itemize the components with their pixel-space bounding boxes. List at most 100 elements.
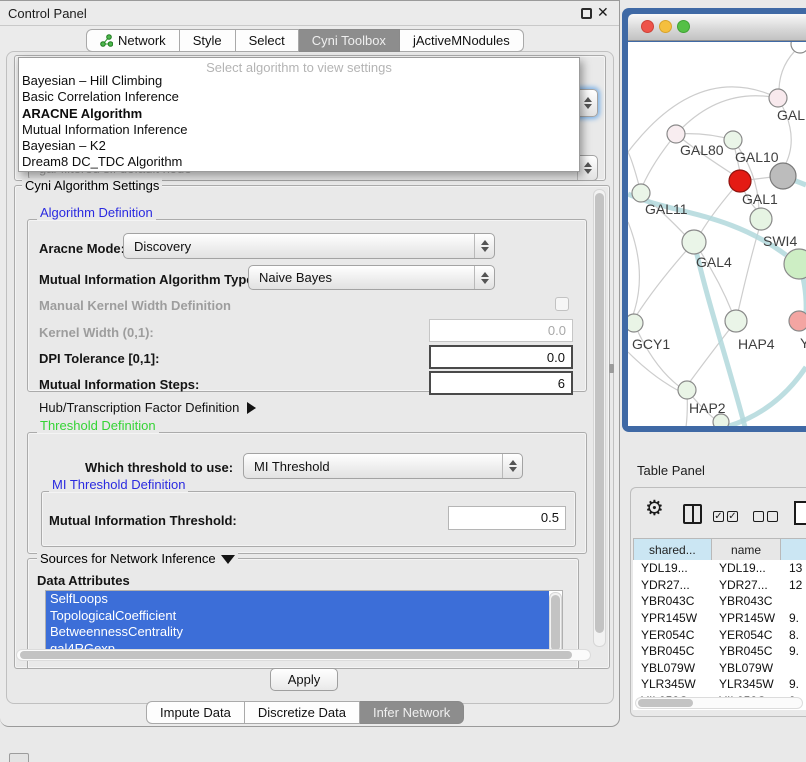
algorithm-option-bayesian-hill-climbing[interactable]: Bayesian – Hill Climbing (19, 73, 579, 89)
table-row[interactable]: YBR045CYBR045C9. (633, 643, 806, 660)
table-row[interactable]: YDR27...YDR27...12 (633, 577, 806, 594)
expand-right-icon (247, 402, 256, 414)
node-label-gal11: GAL11 (645, 201, 688, 217)
attribute-item-betweennesscentrality[interactable]: BetweennessCentrality (46, 624, 549, 641)
settings-vertical-scrollbar[interactable] (593, 189, 606, 647)
threshold-definition-legend: Threshold Definition (37, 418, 159, 433)
node-label-gal10: GAL10 (735, 149, 779, 165)
hub-definition-toggle[interactable]: Hub/Transcription Factor Definition (39, 400, 256, 415)
node-label-hap4: HAP4 (738, 336, 775, 352)
table-row[interactable]: YBR043CYBR043C (633, 593, 806, 610)
traffic-minimize-icon[interactable] (659, 20, 672, 33)
table-row[interactable]: YBL079WYBL079W (633, 660, 806, 677)
node-label-y: Y (800, 335, 806, 351)
float-window-icon[interactable] (581, 8, 592, 19)
close-icon[interactable]: ✕ (597, 4, 609, 21)
network-node[interactable] (632, 184, 650, 202)
tab-select[interactable]: Select (236, 29, 299, 52)
table-row[interactable]: YER054CYER054C8. (633, 626, 806, 643)
combo-spinner-icon (474, 266, 494, 289)
table-horizontal-scrollbar[interactable] (635, 697, 803, 709)
tab-cyni-toolbox[interactable]: Cyni Toolbox (299, 29, 400, 52)
control-panel-titlebar[interactable]: Control Panel ✕ (0, 1, 619, 26)
network-view-window: GALGAL80GAL10GAL1GAL11SWI4GAL4GCY1HAP4YH… (622, 8, 806, 432)
network-edge[interactable] (681, 96, 778, 129)
mi-threshold-field[interactable]: 0.5 (448, 506, 566, 530)
network-edge[interactable] (628, 222, 639, 315)
algorithm-option-mutual-information-inference[interactable]: Mutual Information Inference (19, 122, 579, 138)
network-edge[interactable] (779, 47, 799, 89)
column-header-extra[interactable] (781, 539, 806, 561)
algorithm-option-basic-correlation-inference[interactable]: Basic Correlation Inference (19, 89, 579, 105)
network-canvas[interactable]: GALGAL80GAL10GAL1GAL11SWI4GAL4GCY1HAP4YH… (628, 42, 806, 426)
network-node[interactable] (725, 310, 747, 332)
settings-horizontal-scrollbar[interactable] (16, 649, 591, 661)
algorithm-dropdown-popup: Select algorithm to view settings Bayesi… (18, 57, 580, 172)
screenshot-root: Control Panel ✕ gal-filtered sif default… (0, 0, 806, 762)
network-window-titlebar[interactable] (628, 14, 806, 41)
combo-spinner-icon (577, 90, 597, 116)
attribute-item-topologicalcoefficient[interactable]: TopologicalCoefficient (46, 608, 549, 625)
settings-gear-icon[interactable]: ⚙ (645, 496, 664, 521)
kernel-width-field[interactable]: 0.0 (429, 319, 573, 342)
node-table-header: shared...name (633, 538, 806, 561)
table-row[interactable]: YLR345WYLR345W9. (633, 676, 806, 693)
traffic-zoom-icon[interactable] (677, 20, 690, 33)
network-node[interactable] (769, 89, 787, 107)
tab-impute-data[interactable]: Impute Data (146, 701, 245, 724)
node-label-hap2: HAP2 (689, 400, 726, 416)
which-threshold-label: Which threshold to use: (85, 460, 233, 475)
network-node[interactable] (667, 125, 685, 143)
algorithm-option-dream8-dc-tdc-algorithm[interactable]: Dream8 DC_TDC Algorithm (19, 154, 579, 170)
mi-threshold-legend: MI Threshold Definition (49, 477, 188, 492)
data-attributes-list[interactable]: SelfLoopsTopologicalCoefficientBetweenne… (45, 590, 563, 658)
network-node[interactable] (678, 381, 696, 399)
algorithm-option-aracne-algorithm[interactable]: ARACNE Algorithm (19, 106, 579, 122)
unchecked-column-icon[interactable] (753, 511, 764, 522)
split-columns-icon[interactable] (683, 504, 702, 524)
document-icon[interactable] (794, 501, 806, 525)
network-node[interactable] (682, 230, 706, 254)
attribute-item-selfloops[interactable]: SelfLoops (46, 591, 549, 608)
tab-infer-network[interactable]: Infer Network (360, 701, 464, 724)
network-node[interactable] (770, 163, 796, 189)
table-panel: ⚙ ✓ ✓ shared...name YDL19...YDL19...13YD… (630, 487, 806, 717)
algorithm-option-bayesian-k2[interactable]: Bayesian – K2 (19, 138, 579, 154)
tab-network[interactable]: Network (86, 29, 180, 52)
network-node[interactable] (724, 131, 742, 149)
checked-column-icon[interactable]: ✓ (713, 511, 724, 522)
unchecked-column-icon[interactable] (767, 511, 778, 522)
network-node[interactable] (628, 314, 643, 332)
dpi-tolerance-field[interactable]: 0.0 (429, 345, 573, 369)
mi-steps-label: Mutual Information Steps: (39, 377, 199, 392)
node-label-swi4: SWI4 (763, 233, 797, 249)
checked-column-icon[interactable]: ✓ (727, 511, 738, 522)
network-node[interactable] (789, 311, 806, 331)
mi-steps-field[interactable]: 6 (429, 371, 573, 395)
which-threshold-combo[interactable]: MI Threshold (243, 453, 523, 479)
network-edge[interactable] (636, 242, 694, 316)
apply-button[interactable]: Apply (270, 668, 338, 691)
column-header-shared[interactable]: shared... (634, 539, 712, 561)
column-header-name[interactable]: name (711, 539, 781, 561)
network-node[interactable] (750, 208, 772, 230)
docked-panel-button[interactable] (9, 753, 29, 762)
mi-type-combo[interactable]: Naive Bayes (248, 265, 495, 290)
mi-threshold-label: Mutual Information Threshold: (49, 513, 237, 528)
network-edge[interactable] (736, 229, 759, 321)
panel-splitter-handle[interactable] (609, 364, 614, 373)
traffic-close-icon[interactable] (641, 20, 654, 33)
manual-kernel-checkbox[interactable] (555, 297, 569, 311)
attr-list-scrollbar[interactable] (549, 592, 562, 656)
tab-discretize-data[interactable]: Discretize Data (245, 701, 360, 724)
sources-toggle[interactable]: Sources for Network Inference (37, 551, 238, 566)
table-row[interactable]: YDL19...YDL19...13 (633, 560, 806, 577)
tab-style[interactable]: Style (180, 29, 236, 52)
network-node[interactable] (729, 170, 751, 192)
table-row[interactable]: YPR145WYPR145W9. (633, 610, 806, 627)
aracne-mode-combo[interactable]: Discovery (123, 233, 495, 259)
network-node[interactable] (791, 42, 806, 53)
network-node[interactable] (784, 249, 806, 279)
tab-jactivemnodules[interactable]: jActiveMNodules (400, 29, 524, 52)
node-table-body: YDL19...YDL19...13YDR27...YDR27...12YBR0… (633, 560, 806, 710)
